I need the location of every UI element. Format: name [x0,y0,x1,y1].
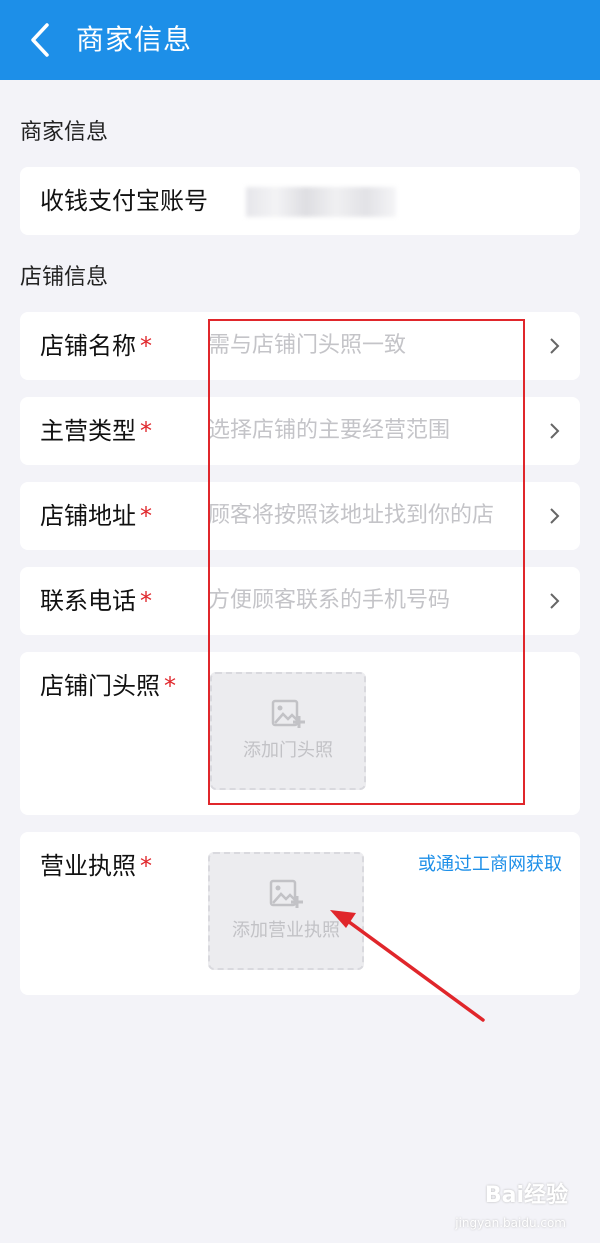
watermark-url: jingyan.baidu.com [455,1216,566,1230]
annotation-arrow [330,910,485,1022]
watermark-logo: Bai经验 [484,1183,568,1208]
